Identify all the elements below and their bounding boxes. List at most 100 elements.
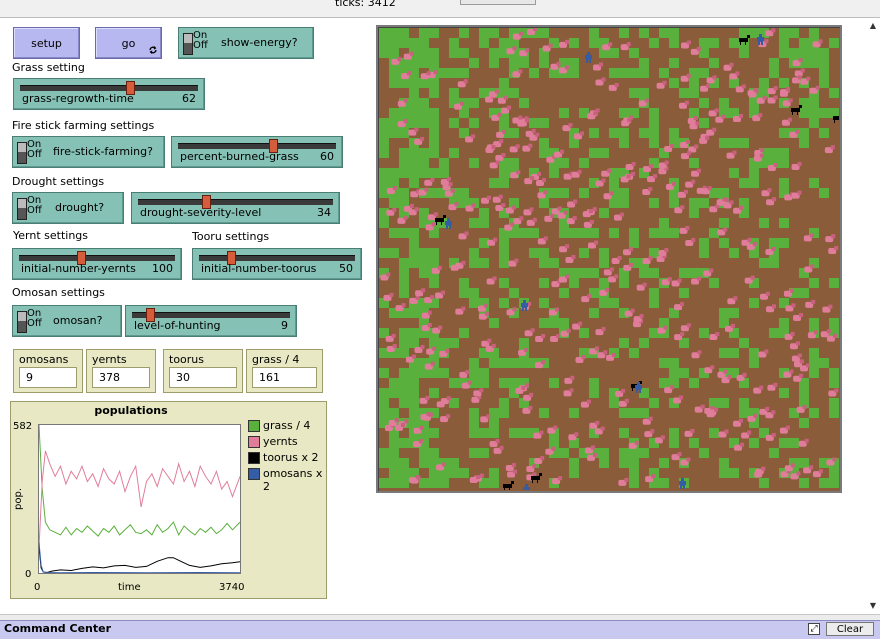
yernt-agent xyxy=(798,438,809,447)
yernt-agent xyxy=(791,190,802,199)
scroll-up-icon[interactable]: ▲ xyxy=(867,20,879,32)
grass-patch xyxy=(619,428,629,438)
initial-number-yernts-slider[interactable]: initial-number-yernts 100 xyxy=(12,248,182,280)
forever-icon xyxy=(149,46,157,54)
grass-patch xyxy=(619,188,629,198)
yernt-agent xyxy=(534,456,545,465)
world-view[interactable] xyxy=(376,25,842,493)
initial-number-toorus-slider[interactable]: initial-number-toorus 50 xyxy=(192,248,362,280)
grass-patch xyxy=(679,88,689,98)
grass-patch xyxy=(699,448,709,458)
clear-button[interactable]: Clear xyxy=(826,622,874,636)
fire-stick-farming-switch[interactable]: On Off fire-stick-farming? xyxy=(12,136,165,168)
yernt-agent xyxy=(680,40,691,49)
switch-toggle[interactable] xyxy=(183,33,193,55)
grass-patch xyxy=(479,218,489,228)
populations-plot[interactable]: populations 582 0 pop. 0 time 3740 grass… xyxy=(10,401,327,599)
grass-patch xyxy=(479,428,489,438)
slider-track[interactable] xyxy=(138,199,333,205)
grass-patch xyxy=(419,118,429,128)
grass-patch xyxy=(459,188,469,198)
grass-patch xyxy=(549,378,559,388)
scroll-down-icon[interactable]: ▼ xyxy=(867,600,879,612)
slider-track[interactable] xyxy=(19,255,175,261)
grass-patch xyxy=(819,128,829,138)
grass-patch xyxy=(809,358,819,368)
yernt-agent xyxy=(526,217,537,226)
grass-patch xyxy=(699,68,709,78)
grass-patch xyxy=(589,268,599,278)
omosan-label: omosan? xyxy=(53,314,103,327)
grass-patch xyxy=(639,28,649,38)
series-line-0 xyxy=(38,424,241,537)
series-line-2 xyxy=(38,547,241,574)
switch-toggle[interactable] xyxy=(17,311,27,333)
grass-patch xyxy=(469,118,479,128)
grass-patch xyxy=(429,428,439,438)
grass-patch xyxy=(699,328,709,338)
grass-patch xyxy=(719,348,729,358)
grass-patch xyxy=(409,238,419,248)
yernt-agent xyxy=(825,234,836,243)
grass-patch xyxy=(409,248,419,258)
yernt-agent xyxy=(680,151,691,160)
grass-patch xyxy=(419,108,429,118)
yernt-agent xyxy=(732,418,743,427)
grass-patch xyxy=(689,78,699,88)
grass-patch xyxy=(539,248,549,258)
percent-burned-grass-slider[interactable]: percent-burned-grass 60 xyxy=(171,136,343,168)
go-button[interactable]: go xyxy=(95,27,162,59)
yernt-agent xyxy=(685,237,696,246)
grass-patch xyxy=(539,318,549,328)
slider-track[interactable] xyxy=(20,85,198,91)
slider-track[interactable] xyxy=(132,312,290,318)
grass-patch xyxy=(619,408,629,418)
grass-patch xyxy=(679,288,689,298)
grass-patch xyxy=(589,378,599,388)
yernt-agent xyxy=(765,304,776,313)
slider-track[interactable] xyxy=(178,143,336,149)
grass-patch xyxy=(629,448,639,458)
grass-patch xyxy=(429,48,439,58)
world-canvas[interactable] xyxy=(379,28,839,490)
grass-patch xyxy=(659,228,669,238)
slider-track[interactable] xyxy=(199,255,355,261)
drought-severity-level-slider[interactable]: drought-severity-level 34 xyxy=(131,192,340,224)
grass-patch xyxy=(569,278,579,288)
grass-patch xyxy=(619,458,629,468)
omosan-switch[interactable]: On Off omosan? xyxy=(12,305,122,337)
grass-patch xyxy=(819,478,829,488)
yernt-agent xyxy=(583,219,594,228)
grass-patch xyxy=(829,408,839,418)
grass-patch xyxy=(759,218,769,228)
grass-patch xyxy=(439,68,449,78)
grass-patch xyxy=(829,468,839,478)
yernt-agent xyxy=(642,187,653,196)
drought-switch[interactable]: On Off drought? xyxy=(12,192,124,224)
expand-icon[interactable]: ⤢ xyxy=(808,623,820,635)
setup-button[interactable]: setup xyxy=(13,27,80,59)
level-of-hunting-slider[interactable]: level-of-hunting 9 xyxy=(125,305,297,337)
grass-patch xyxy=(599,448,609,458)
grass-patch xyxy=(419,148,429,158)
show-energy-switch[interactable]: On Off show-energy? xyxy=(178,27,314,59)
yernt-agent xyxy=(481,338,492,347)
y-min-tick: 0 xyxy=(25,569,32,580)
grass-patch xyxy=(519,338,529,348)
grass-patch xyxy=(689,378,699,388)
grass-patch xyxy=(769,68,779,78)
grass-patch xyxy=(419,168,429,178)
yernt-agent xyxy=(524,328,535,337)
grass-patch xyxy=(459,288,469,298)
grass-patch xyxy=(419,58,429,68)
yernt-agent xyxy=(622,247,633,256)
grass-patch xyxy=(379,168,389,178)
yernt-agent xyxy=(625,161,636,170)
view-update-button[interactable] xyxy=(460,0,536,5)
grass-patch xyxy=(449,88,459,98)
switch-toggle[interactable] xyxy=(17,142,27,164)
grass-patch xyxy=(719,138,729,148)
switch-toggle[interactable] xyxy=(17,198,27,220)
grass-patch xyxy=(739,178,749,188)
grass-regrowth-time-slider[interactable]: grass-regrowth-time 62 xyxy=(13,78,205,110)
